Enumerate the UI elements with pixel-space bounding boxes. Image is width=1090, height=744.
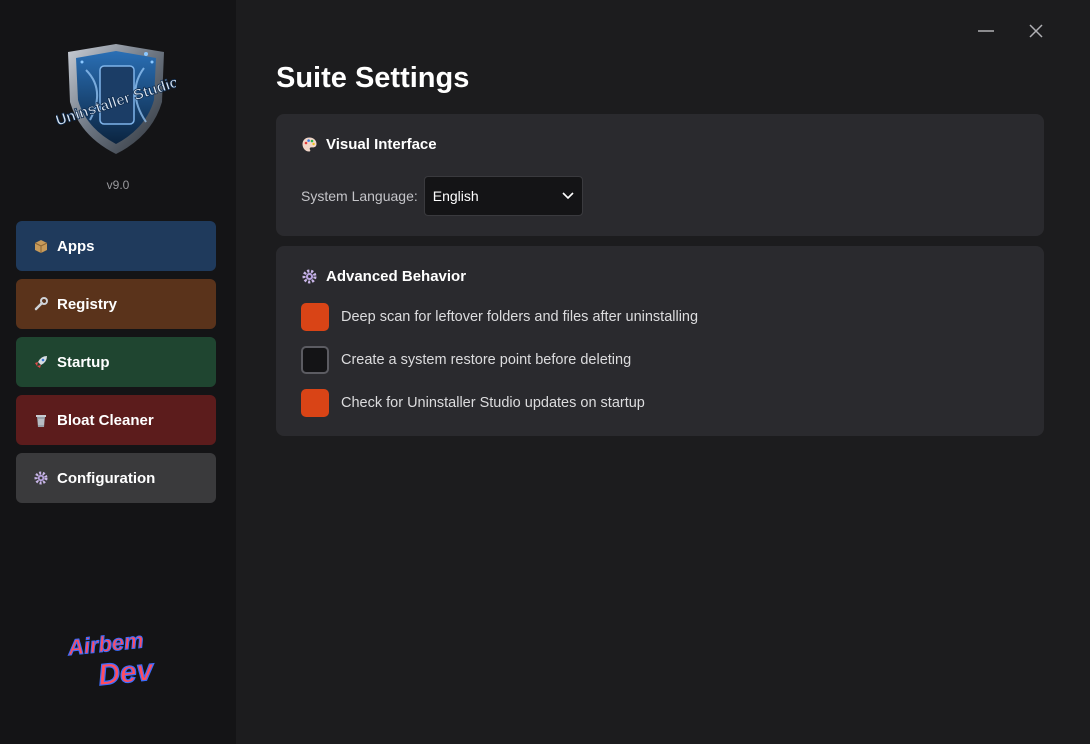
restore-point-checkbox[interactable] [301, 346, 329, 374]
sidebar-item-label: Bloat Cleaner [57, 411, 154, 429]
option-check-updates[interactable]: Check for Uninstaller Studio updates on … [301, 389, 698, 417]
sidebar-item-bloat-cleaner[interactable]: Bloat Cleaner [16, 395, 216, 445]
rocket-icon [33, 354, 49, 370]
sidebar: Uninstaller Studio v9.0 Apps Registry St… [0, 0, 236, 744]
minimize-button[interactable] [973, 18, 999, 44]
language-label: System Language: [301, 188, 418, 204]
visual-interface-title: Visual Interface [326, 136, 437, 153]
minimize-icon [978, 30, 994, 32]
main-panel: Suite Settings Visual Interface System L… [236, 0, 1090, 744]
check-updates-checkbox[interactable] [301, 389, 329, 417]
app-logo: Uninstaller Studio [56, 44, 176, 154]
sidebar-nav: Apps Registry Startup Bloat Cleaner Conf… [16, 221, 216, 503]
sidebar-item-registry[interactable]: Registry [16, 279, 216, 329]
visual-interface-card: Visual Interface System Language: Englis… [276, 114, 1044, 236]
advanced-behavior-card: Advanced Behavior Deep scan for leftover… [276, 246, 1044, 436]
sidebar-item-label: Startup [57, 353, 110, 371]
check-updates-label: Check for Uninstaller Studio updates on … [341, 395, 645, 411]
advanced-behavior-heading: Advanced Behavior [301, 268, 466, 285]
option-restore-point[interactable]: Create a system restore point before del… [301, 346, 698, 374]
version-label: v9.0 [106, 178, 130, 192]
sidebar-item-label: Configuration [57, 469, 156, 487]
deep-scan-checkbox[interactable] [301, 303, 329, 331]
sidebar-item-startup[interactable]: Startup [16, 337, 216, 387]
option-list: Deep scan for leftover folders and files… [301, 303, 698, 417]
app-window: Uninstaller Studio v9.0 Apps Registry St… [0, 0, 1090, 744]
advanced-behavior-title: Advanced Behavior [326, 268, 467, 285]
deep-scan-label: Deep scan for leftover folders and files… [341, 309, 699, 325]
chevron-down-icon [562, 192, 574, 200]
sidebar-item-apps[interactable]: Apps [16, 221, 216, 271]
close-button[interactable] [1023, 18, 1049, 44]
close-icon [1029, 24, 1043, 38]
page-title: Suite Settings [276, 62, 470, 94]
trash-icon [33, 412, 49, 428]
gear-icon [301, 268, 318, 285]
sidebar-item-configuration[interactable]: Configuration [16, 453, 216, 503]
option-deep-scan[interactable]: Deep scan for leftover folders and files… [301, 303, 698, 331]
restore-point-label: Create a system restore point before del… [341, 352, 632, 368]
language-select[interactable]: English [423, 176, 583, 216]
sidebar-item-label: Apps [57, 237, 95, 255]
brand-logo-line2: Dev [97, 653, 157, 688]
wrench-icon [33, 296, 49, 312]
gear-icon [33, 470, 49, 486]
language-value: English [432, 188, 479, 204]
visual-interface-heading: Visual Interface [301, 136, 437, 153]
brand-logo: Airbem Dev [65, 627, 157, 688]
package-icon [33, 238, 49, 254]
sidebar-item-label: Registry [57, 295, 118, 313]
language-row: System Language: English [301, 176, 583, 216]
palette-icon [301, 136, 318, 153]
